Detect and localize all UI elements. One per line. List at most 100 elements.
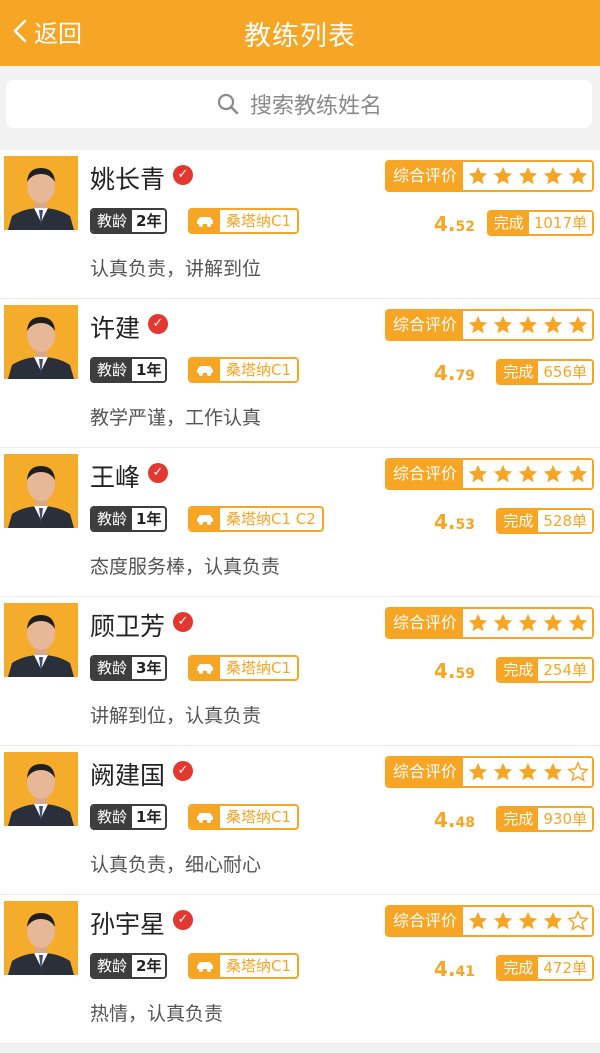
teaching-age-value: 1年 [132,359,166,381]
completed-label: 完成 [488,212,529,234]
star-filled-icon [543,464,562,483]
verified-icon: ✓ [148,463,168,483]
star-filled-icon [468,762,487,781]
star-filled-icon [568,613,587,632]
coach-name: 阙建国 [90,761,166,790]
teaching-age-label: 教龄 [92,210,133,232]
coach-name: 顾卫芳 [90,612,166,641]
star-outline-icon [566,761,589,782]
coach-list-item[interactable]: 王峰 ✓ 教龄 1年 桑塔纳C1 C2 态度服务棒，认真负责 综合评价 4.53 完成 528单 [0,448,600,597]
completed-orders-badge: 完成 930单 [496,806,594,832]
search-bar: 搜索教练姓名 [0,66,600,150]
person-avatar-icon [4,454,78,528]
search-placeholder: 搜索教练姓名 [249,94,382,119]
search-input[interactable]: 搜索教练姓名 [6,80,592,128]
completed-count: 254单 [538,659,592,681]
score-integer: 4. [434,361,456,385]
star-filled-icon [568,464,587,483]
rating-label: 综合评价 [386,311,463,339]
teaching-age-badge: 教龄 2年 [90,208,168,234]
teaching-age-value: 1年 [132,508,166,530]
coach-list-item[interactable]: 阙建国 ✓ 教龄 1年 桑塔纳C1 认真负责，细心耐心 综合评价 4.48 完成 930单 [0,746,600,895]
score-integer: 4. [434,808,456,832]
coach-motto: 教学严谨，工作认真 [90,407,262,429]
car-model-badge: 桑塔纳C1 [188,953,300,979]
star-filled-icon [493,315,512,334]
page-title: 教练列表 [244,21,356,52]
car-icon [190,359,220,381]
star-filled-icon [518,315,537,334]
coach-avatar [4,901,78,975]
completed-count: 656单 [538,361,592,383]
star-filled-icon [493,911,512,930]
star-filled-icon [543,911,562,930]
teaching-age-label: 教龄 [92,508,133,530]
rating-badge: 综合评价 [384,309,594,341]
verified-icon: ✓ [148,314,168,334]
rating-score: 4.41 [434,957,475,981]
completed-label: 完成 [498,361,539,383]
star-rating [463,609,592,637]
coach-avatar [4,156,78,230]
coach-list: 姚长青 ✓ 教龄 2年 桑塔纳C1 认真负责，讲解到位 综合评价 4.52 完成 1017单 许建 ✓… [0,150,600,1044]
star-filled-icon [543,762,562,781]
rating-label: 综合评价 [386,758,463,786]
score-decimal: 59 [455,666,475,682]
star-filled-icon [468,911,487,930]
star-rating [463,311,592,339]
car-icon [190,508,220,530]
coach-motto: 讲解到位，认真负责 [90,705,262,727]
car-model-badge: 桑塔纳C1 [188,804,300,830]
completed-orders-badge: 完成 472单 [496,955,594,981]
teaching-age-badge: 教龄 3年 [90,655,168,681]
completed-count: 472单 [538,957,592,979]
teaching-age-value: 3年 [132,657,166,679]
completed-orders-badge: 完成 254单 [496,657,594,683]
rating-label: 综合评价 [386,907,463,935]
car-model-badge: 桑塔纳C1 [188,357,300,383]
coach-motto: 态度服务棒，认真负责 [90,556,281,578]
car-model-badge: 桑塔纳C1 [188,208,300,234]
coach-list-item[interactable]: 姚长青 ✓ 教龄 2年 桑塔纳C1 认真负责，讲解到位 综合评价 4.52 完成 1017单 [0,150,600,299]
star-rating [463,907,592,935]
teaching-age-badge: 教龄 1年 [90,804,168,830]
car-icon [190,955,220,977]
star-filled-icon [468,166,487,185]
person-avatar-icon [4,901,78,975]
person-avatar-icon [4,752,78,826]
score-decimal: 48 [455,815,475,831]
star-filled-icon [543,166,562,185]
teaching-age-value: 2年 [132,210,166,232]
rating-badge: 综合评价 [384,756,594,788]
car-icon [190,657,220,679]
coach-list-item[interactable]: 许建 ✓ 教龄 1年 桑塔纳C1 教学严谨，工作认真 综合评价 4.79 完成 656单 [0,299,600,448]
star-filled-icon [568,166,587,185]
star-filled-icon [518,613,537,632]
star-filled-icon [543,613,562,632]
completed-orders-badge: 完成 656单 [496,359,594,385]
star-filled-icon [468,613,487,632]
score-decimal: 41 [455,964,475,980]
rating-label: 综合评价 [386,460,463,488]
star-filled-icon [493,166,512,185]
car-model-text: 桑塔纳C1 [226,808,292,826]
rating-badge: 综合评价 [384,458,594,490]
rating-label: 综合评价 [386,609,463,637]
coach-list-item[interactable]: 孙宇星 ✓ 教龄 2年 桑塔纳C1 热情，认真负责 综合评价 4.41 完成 472单 [0,895,600,1044]
teaching-age-badge: 教龄 1年 [90,506,168,532]
verified-icon: ✓ [173,612,193,632]
coach-list-item[interactable]: 顾卫芳 ✓ 教龄 3年 桑塔纳C1 讲解到位，认真负责 综合评价 4.59 完成 254单 [0,597,600,746]
completed-label: 完成 [498,957,539,979]
rating-score: 4.53 [434,510,475,534]
star-filled-icon [493,613,512,632]
score-integer: 4. [434,957,456,981]
star-rating [463,460,592,488]
score-decimal: 53 [455,517,475,533]
coach-motto: 热情，认真负责 [90,1003,224,1025]
rating-score: 4.79 [434,361,475,385]
star-filled-icon [518,911,537,930]
star-filled-icon [493,464,512,483]
car-model-text: 桑塔纳C1 [226,361,292,379]
score-integer: 4. [434,212,456,236]
coach-name: 姚长青 [90,165,166,194]
